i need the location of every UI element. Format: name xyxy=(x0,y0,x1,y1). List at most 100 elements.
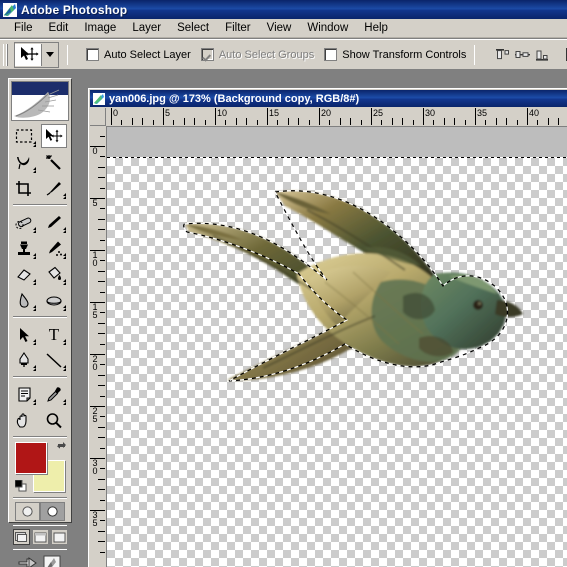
flyout-triangle-icon[interactable] xyxy=(33,227,36,233)
ruler-minor-tick xyxy=(506,118,508,125)
vertical-ruler[interactable]: 0 5 10 15 20 25 30 35 xyxy=(90,126,107,567)
full-screen-menubar-mode-button[interactable] xyxy=(31,529,49,545)
ruler-minor-tick xyxy=(98,426,105,428)
flyout-triangle-icon[interactable] xyxy=(33,279,36,285)
eraser-tool[interactable] xyxy=(11,262,37,286)
flyout-triangle-icon[interactable] xyxy=(63,227,66,233)
paint-bucket-icon[interactable] xyxy=(41,262,67,286)
type-tool[interactable]: T xyxy=(41,322,67,346)
line-tool[interactable] xyxy=(41,348,67,372)
toolbox-divider xyxy=(13,316,67,318)
ruler-major-tick xyxy=(371,108,372,125)
menu-view[interactable]: View xyxy=(259,20,300,37)
menu-help[interactable]: Help xyxy=(356,20,396,37)
path-selection-tool[interactable] xyxy=(11,322,37,346)
flyout-triangle-icon[interactable] xyxy=(33,141,36,147)
clone-stamp-tool[interactable] xyxy=(11,236,37,260)
show-transform-controls-checkbox[interactable]: Show Transform Controls xyxy=(324,48,466,61)
standard-mode-button[interactable] xyxy=(15,502,40,521)
feather-banner[interactable] xyxy=(11,81,69,121)
photoshop-feather-icon xyxy=(3,2,17,17)
ruler-minor-tick xyxy=(246,118,248,125)
default-colors-icon[interactable] xyxy=(14,479,27,492)
flyout-triangle-icon[interactable] xyxy=(33,305,36,311)
menu-select[interactable]: Select xyxy=(169,20,217,37)
align-top-icon[interactable] xyxy=(493,45,513,64)
ruler-minor-tick xyxy=(350,118,352,125)
canvas-viewport[interactable] xyxy=(107,127,567,567)
flyout-triangle-icon[interactable] xyxy=(33,339,36,345)
chevron-down-icon[interactable] xyxy=(42,44,58,66)
ruler-minor-tick xyxy=(381,120,383,125)
toolbox-divider xyxy=(13,376,67,378)
flyout-triangle-icon[interactable] xyxy=(63,253,66,259)
ruler-minor-tick xyxy=(98,478,105,480)
options-bar-grip-2[interactable] xyxy=(6,43,8,66)
flyout-triangle-icon[interactable] xyxy=(63,279,66,285)
swap-colors-icon[interactable] xyxy=(56,441,67,452)
lasso-tool[interactable] xyxy=(11,150,37,174)
menu-window[interactable]: Window xyxy=(299,20,356,37)
history-brush-tool[interactable] xyxy=(41,236,67,260)
show-transform-controls-box[interactable] xyxy=(324,48,338,61)
auto-select-layer-checkbox[interactable]: Auto Select Layer xyxy=(86,48,191,61)
tool-preset-picker[interactable] xyxy=(14,41,59,68)
ruler-major-tick xyxy=(319,108,320,125)
flyout-triangle-icon[interactable] xyxy=(33,399,36,405)
standard-screen-mode-button[interactable] xyxy=(12,529,30,545)
tool-row: T xyxy=(9,321,71,347)
flyout-triangle-icon[interactable] xyxy=(63,339,66,345)
ruler-label: 15 xyxy=(92,302,98,320)
rectangular-marquee-tool[interactable] xyxy=(11,124,37,148)
menu-image[interactable]: Image xyxy=(76,20,124,37)
tool-options-bar: Auto Select Layer Auto Select Groups Sho… xyxy=(0,39,567,70)
ruler-minor-tick xyxy=(100,520,105,522)
crop-tool[interactable] xyxy=(11,176,37,200)
ruler-minor-tick xyxy=(100,447,105,449)
align-left-icon[interactable] xyxy=(562,45,567,64)
menu-file[interactable]: File xyxy=(6,20,41,37)
ruler-corner[interactable] xyxy=(90,108,106,126)
menu-filter[interactable]: Filter xyxy=(217,20,259,37)
pen-tool[interactable] xyxy=(11,348,37,372)
notes-tool[interactable] xyxy=(11,382,37,406)
flyout-triangle-icon[interactable] xyxy=(63,305,66,311)
imageready-icon[interactable] xyxy=(40,553,64,567)
toolbox-divider xyxy=(13,548,67,550)
hand-tool[interactable] xyxy=(11,408,37,432)
swallow-bird-image[interactable] xyxy=(167,162,537,402)
flyout-triangle-icon[interactable] xyxy=(33,365,36,371)
menu-layer[interactable]: Layer xyxy=(124,20,169,37)
options-bar-grip[interactable] xyxy=(3,43,4,66)
horizontal-ruler[interactable]: 0 5 10 15 20 25 30 35 40 xyxy=(106,108,567,127)
flyout-triangle-icon[interactable] xyxy=(63,399,66,405)
flyout-triangle-icon[interactable] xyxy=(63,365,66,371)
magic-wand-tool[interactable] xyxy=(41,150,67,174)
jump-to-imageready-button[interactable] xyxy=(16,553,40,567)
flyout-triangle-icon[interactable] xyxy=(63,193,66,199)
full-screen-mode-button[interactable] xyxy=(50,529,68,545)
menu-bar: File Edit Image Layer Select Filter View… xyxy=(0,19,567,38)
ruler-minor-tick xyxy=(256,120,258,125)
align-vcenter-icon[interactable] xyxy=(513,45,533,64)
document-title-bar[interactable]: yan006.jpg @ 173% (Background copy, RGB/… xyxy=(90,90,567,107)
blur-tool[interactable] xyxy=(11,288,37,312)
healing-brush-tool[interactable] xyxy=(11,210,37,234)
dodge-icon[interactable] xyxy=(41,288,67,312)
flyout-triangle-icon[interactable] xyxy=(33,167,36,173)
zoom-tool[interactable] xyxy=(41,408,67,432)
flyout-triangle-icon[interactable] xyxy=(33,253,36,259)
ruler-minor-tick xyxy=(100,260,105,262)
move-tool[interactable] xyxy=(41,124,67,148)
align-bottom-icon[interactable] xyxy=(533,45,553,64)
brush-tool[interactable] xyxy=(41,210,67,234)
auto-select-layer-box[interactable] xyxy=(86,48,99,61)
slice-tool[interactable] xyxy=(41,176,67,200)
ruler-minor-tick xyxy=(100,135,105,137)
document-icon xyxy=(93,92,105,105)
eyedropper-tool[interactable] xyxy=(41,382,67,406)
foreground-color-swatch[interactable] xyxy=(15,442,47,474)
menu-edit[interactable]: Edit xyxy=(41,20,77,37)
tool-row xyxy=(9,149,71,175)
quick-mask-mode-button[interactable] xyxy=(40,502,65,521)
